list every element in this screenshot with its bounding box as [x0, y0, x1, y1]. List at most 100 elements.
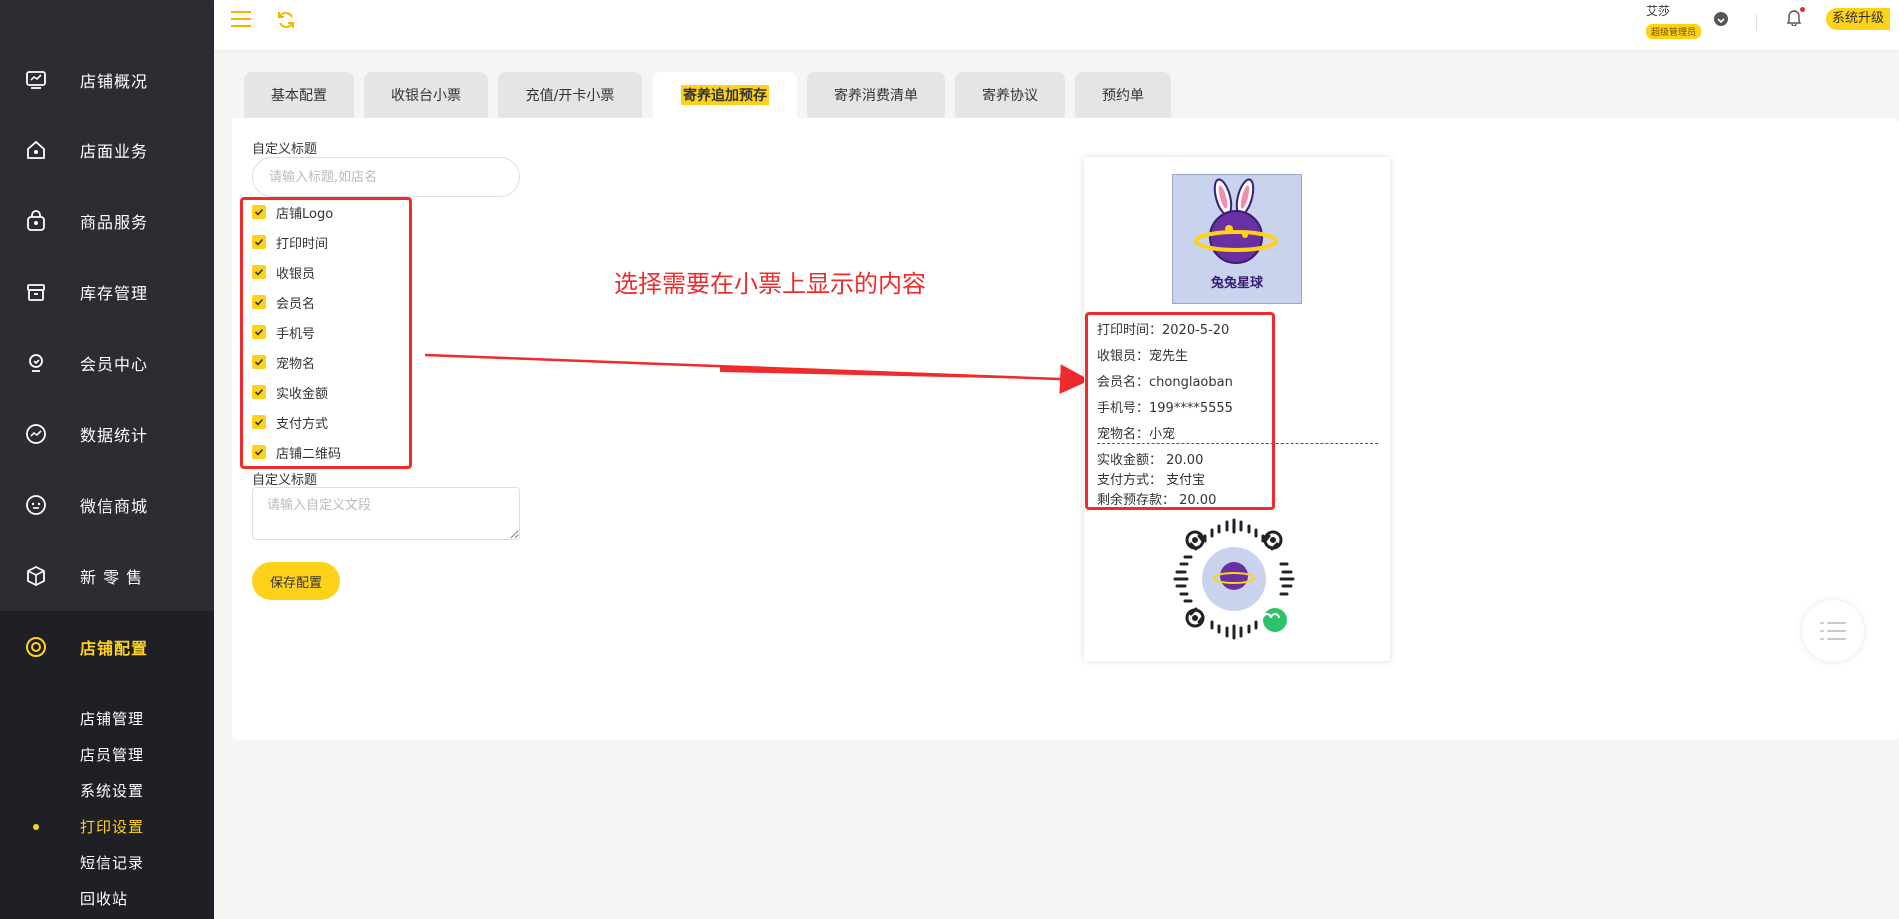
user-name: 艾莎	[1646, 4, 1671, 18]
checkbox-checked-icon[interactable]	[252, 445, 266, 459]
checkbox-store-qrcode[interactable]: 店铺二维码	[252, 442, 341, 462]
user-role-badge: 超级管理员	[1646, 24, 1702, 39]
chevron-down-icon[interactable]	[1714, 12, 1728, 26]
tab-label: 寄养追加预存	[681, 85, 769, 105]
checkbox-payment-method[interactable]: 支付方式	[252, 412, 328, 432]
sidebar-item-label: 微信商城	[80, 496, 149, 516]
home-icon	[24, 138, 48, 162]
checkbox-store-logo[interactable]: 店铺Logo	[252, 202, 333, 222]
checkbox-label: 会员名	[276, 296, 316, 312]
sidebar-item-label: 商品服务	[80, 212, 149, 232]
save-config-button[interactable]: 保存配置	[252, 562, 340, 600]
tab-recharge-receipt[interactable]: 充值/开卡小票	[498, 72, 642, 118]
submenu-staff-management[interactable]: 店员管理	[80, 744, 144, 765]
refresh-icon[interactable]	[276, 10, 296, 30]
tab-label: 寄养协议	[982, 88, 1038, 104]
sidebar-item-goods-service[interactable]: 商品服务	[0, 185, 214, 256]
sidebar-item-new-retail[interactable]: 新 零 售	[0, 540, 214, 611]
chat-icon	[24, 493, 48, 517]
checkbox-member-name[interactable]: 会员名	[252, 292, 315, 312]
top-bar: 艾莎 超级管理员 系统升级	[214, 0, 1899, 50]
checkbox-checked-icon[interactable]	[252, 385, 266, 399]
paragraph-label: 自定义标题	[252, 473, 318, 488]
checkbox-label: 实收金额	[276, 386, 329, 402]
checkbox-cashier[interactable]: 收银员	[252, 262, 315, 282]
checkbox-label: 支付方式	[276, 416, 329, 432]
sidebar-item-label: 店铺概况	[80, 71, 149, 91]
sidebar-item-label: 库存管理	[80, 283, 149, 303]
tab-label: 充值/开卡小票	[525, 88, 615, 104]
menu-icon[interactable]	[230, 10, 252, 28]
submenu-print-settings[interactable]: 打印设置	[80, 816, 144, 837]
store-logo: 兔兔星球	[1172, 174, 1302, 304]
tab-basic-config[interactable]: 基本配置	[244, 72, 354, 118]
sidebar-item-store-config[interactable]: 店铺配置	[0, 611, 214, 682]
submenu-store-management[interactable]: 店铺管理	[80, 708, 144, 729]
checkbox-checked-icon[interactable]	[252, 295, 266, 309]
submenu-sms-records[interactable]: 短信记录	[80, 852, 144, 873]
checkbox-checked-icon[interactable]	[252, 265, 266, 279]
checkbox-checked-icon[interactable]	[252, 355, 266, 369]
submenu-recycle-bin[interactable]: 回收站	[80, 888, 128, 909]
floating-list-button[interactable]	[1802, 600, 1864, 662]
top-divider	[1756, 14, 1757, 30]
sidebar-item-store-business[interactable]: 店面业务	[0, 114, 214, 185]
tab-boarding-agreement[interactable]: 寄养协议	[955, 72, 1065, 118]
logo-caption: 兔兔星球	[1210, 276, 1263, 291]
sidebar-item-label: 会员中心	[80, 354, 149, 374]
tab-appointment[interactable]: 预约单	[1075, 72, 1171, 118]
mini-program-qrcode	[1173, 518, 1295, 640]
title-input[interactable]	[252, 157, 520, 197]
checkbox-print-time[interactable]: 打印时间	[252, 232, 328, 252]
sidebar-item-wechat-mall[interactable]: 微信商城	[0, 469, 214, 540]
checkbox-label: 店铺Logo	[276, 206, 334, 222]
tab-label: 基本配置	[271, 88, 327, 104]
checkbox-label: 收银员	[276, 266, 316, 282]
tab-label: 寄养消费清单	[834, 88, 918, 104]
checkbox-checked-icon[interactable]	[252, 325, 266, 339]
cube-icon	[24, 564, 48, 588]
title-label: 自定义标题	[252, 142, 318, 157]
tab-label: 收银台小票	[391, 88, 461, 104]
member-icon	[24, 351, 48, 375]
tab-boarding-consumption[interactable]: 寄养消费清单	[807, 72, 945, 118]
active-dot	[33, 824, 39, 830]
paragraph-textarea[interactable]	[252, 487, 520, 540]
sidebar-item-member-center[interactable]: 会员中心	[0, 327, 214, 398]
sidebar-item-label: 店铺配置	[80, 638, 149, 658]
annotation-text: 选择需要在小票上显示的内容	[614, 270, 926, 298]
annotation-arrow	[424, 353, 1090, 395]
checkbox-label: 打印时间	[276, 236, 329, 252]
tab-cashier-receipt[interactable]: 收银台小票	[364, 72, 488, 118]
notification-dot	[1800, 7, 1805, 12]
list-icon	[1820, 622, 1846, 640]
sidebar-item-inventory[interactable]: 库存管理	[0, 256, 214, 327]
sidebar-item-label: 新 零 售	[80, 567, 144, 587]
checkbox-phone[interactable]: 手机号	[252, 322, 315, 342]
tab-label: 预约单	[1102, 88, 1144, 104]
sidebar-item-statistics[interactable]: 数据统计	[0, 398, 214, 469]
bag-icon	[24, 209, 48, 233]
system-upgrade-button[interactable]: 系统升级	[1826, 8, 1891, 30]
monitor-icon	[24, 68, 48, 92]
chart-icon	[24, 422, 48, 446]
checkbox-checked-icon[interactable]	[252, 235, 266, 249]
sidebar-item-label: 数据统计	[80, 425, 149, 445]
receipt-highlight-box	[1085, 312, 1275, 510]
checkbox-label: 店铺二维码	[276, 446, 342, 462]
checkbox-checked-icon[interactable]	[252, 415, 266, 429]
sidebar-item-label: 店面业务	[80, 141, 149, 161]
checkbox-label: 手机号	[276, 326, 316, 342]
tab-boarding-prepay[interactable]: 寄养追加预存	[653, 72, 797, 118]
submenu-system-settings[interactable]: 系统设置	[80, 780, 144, 801]
sidebar-item-store-overview[interactable]: 店铺概况	[0, 44, 214, 115]
checkbox-amount-received[interactable]: 实收金额	[252, 382, 328, 402]
sidebar: 店铺概况 店面业务 商品服务 库存管理 会员中心 数据统计 微信商城 新 零 售…	[0, 0, 214, 919]
checkbox-pet-name[interactable]: 宠物名	[252, 352, 315, 372]
checkbox-checked-icon[interactable]	[252, 205, 266, 219]
box-icon	[24, 280, 48, 304]
rabbit-planet-icon	[1194, 178, 1278, 264]
settings-icon	[24, 635, 48, 659]
content-panel	[232, 118, 1899, 740]
checkbox-label: 宠物名	[276, 356, 316, 372]
